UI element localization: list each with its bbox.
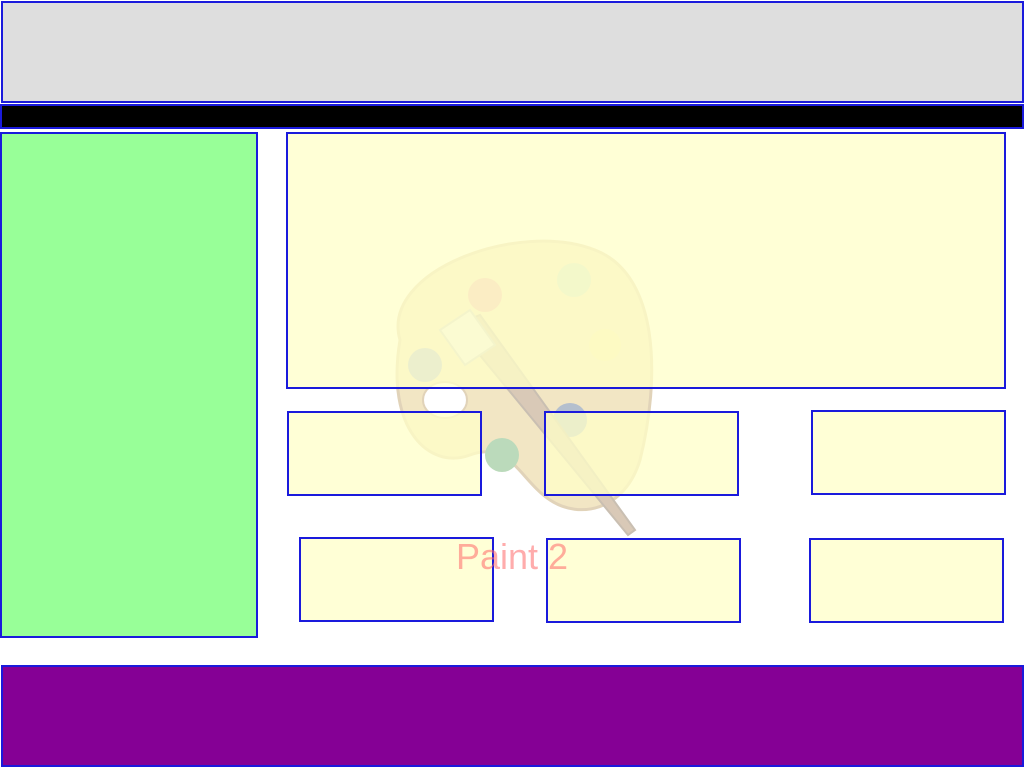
header-region bbox=[1, 1, 1024, 103]
content-tile-6[interactable] bbox=[809, 538, 1004, 623]
main-content-panel bbox=[286, 132, 1006, 389]
content-tile-5[interactable] bbox=[546, 538, 741, 623]
menu-bar bbox=[0, 104, 1024, 129]
sidebar bbox=[0, 132, 258, 638]
content-tile-3[interactable] bbox=[811, 410, 1006, 495]
content-tile-4[interactable] bbox=[299, 537, 494, 622]
footer-region bbox=[1, 665, 1024, 767]
content-tile-1[interactable] bbox=[287, 411, 482, 496]
content-tile-2[interactable] bbox=[544, 411, 739, 496]
page-root: Paint 2 bbox=[0, 0, 1024, 768]
